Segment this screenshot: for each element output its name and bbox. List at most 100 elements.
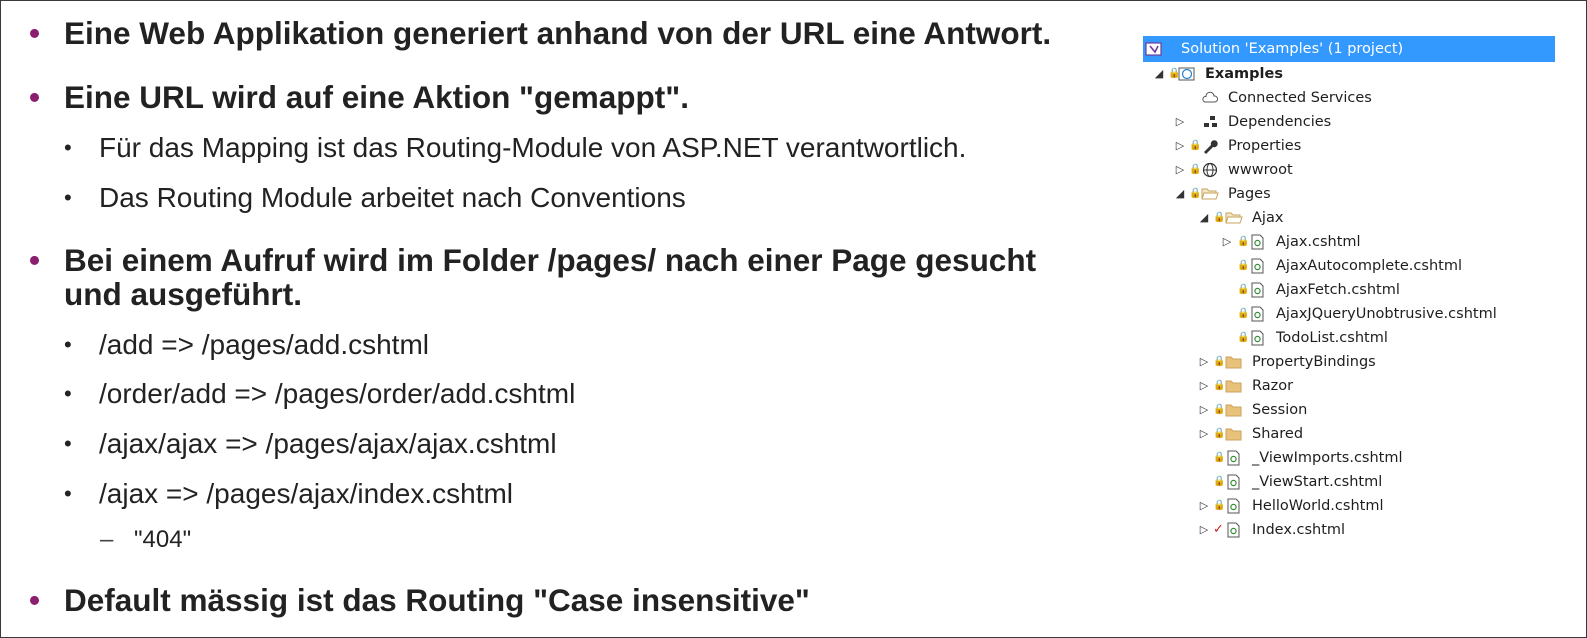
bullet-dot: • <box>29 242 41 278</box>
tree-item-label: Dependencies <box>1228 114 1332 130</box>
sub-bullet-dot: • <box>64 381 72 406</box>
tree-item-ajax-folder[interactable]: ◢ 🔒 Ajax <box>1143 206 1555 230</box>
sub-bullet-text: /order/add => /pages/order/add.cshtml <box>99 378 576 409</box>
solution-explorer: Solution 'Examples' (1 project) ◢ 🔒 Exam… <box>1143 36 1555 556</box>
expand-arrow-icon[interactable]: ▷ <box>1174 110 1186 134</box>
sub-bullet: • /order/add => /pages/order/add.cshtml <box>64 378 1099 410</box>
bullet-text: Default mässig ist das Routing "Case ins… <box>64 582 810 618</box>
lock-icon: 🔒 <box>1237 236 1250 247</box>
razor-file-icon <box>1227 474 1240 490</box>
sub-bullet-dot: • <box>64 332 72 357</box>
razor-file-icon <box>1251 330 1264 346</box>
tree-item-propertybindings[interactable]: ▷ 🔒 PropertyBindings <box>1143 350 1555 374</box>
sub-bullet: • /ajax/ajax => /pages/ajax/ajax.cshtml <box>64 428 1099 460</box>
tree-item-pages[interactable]: ◢ 🔒 Pages <box>1143 182 1555 206</box>
tree-item-label: Connected Services <box>1228 90 1372 106</box>
bullet-dot: • <box>29 582 41 618</box>
expand-arrow-icon[interactable]: ▷ <box>1198 398 1210 422</box>
cloud-icon <box>1202 91 1219 103</box>
sub-bullet-text: /ajax => /pages/ajax/index.cshtml <box>99 478 514 509</box>
tree-item-label: TodoList.cshtml <box>1276 330 1388 346</box>
lock-icon: 🔒 <box>1189 140 1202 151</box>
tree-item-shared[interactable]: ▷ 🔒 Shared <box>1143 422 1555 446</box>
sub-bullet-text: Für das Mapping ist das Routing-Module v… <box>99 132 967 163</box>
bullet-web-app: • Eine Web Applikation generiert anhand … <box>29 15 1124 51</box>
tree-item-viewimports[interactable]: 🔒 _ViewImports.cshtml <box>1143 446 1555 470</box>
tree-item-index[interactable]: ▷ ✓ Index.cshtml <box>1143 518 1555 542</box>
lock-icon: 🔒 <box>1189 188 1202 199</box>
sub-bullet-dot: • <box>64 481 72 506</box>
lock-icon: 🔒 <box>1213 500 1226 511</box>
folder-open-icon <box>1225 212 1243 224</box>
tree-item-ajaxautocomplete[interactable]: 🔒 AjaxAutocomplete.cshtml <box>1143 254 1555 278</box>
tree-item-label: Razor <box>1252 378 1294 394</box>
tree-item-wwwroot[interactable]: ▷ 🔒 wwwroot <box>1143 158 1555 182</box>
collapse-arrow-icon[interactable]: ◢ <box>1198 206 1210 230</box>
expand-arrow-icon[interactable]: ▷ <box>1198 422 1210 446</box>
razor-file-icon <box>1251 306 1264 322</box>
lock-icon: 🔒 <box>1213 356 1226 367</box>
razor-file-icon <box>1227 450 1240 466</box>
dependencies-icon <box>1204 116 1217 127</box>
lock-icon: 🔒 <box>1213 476 1226 487</box>
expand-arrow-icon[interactable]: ▷ <box>1198 350 1210 374</box>
tree-item-label: AjaxAutocomplete.cshtml <box>1276 258 1462 274</box>
tree-item-label: AjaxJQueryUnobtrusive.cshtml <box>1276 306 1497 322</box>
sub-bullet: • Das Routing Module arbeitet nach Conve… <box>64 182 1099 214</box>
tree-item-label: wwwroot <box>1228 162 1293 178</box>
bullet-text-line-2: und ausgeführt. <box>64 276 302 312</box>
folder-icon <box>1225 356 1242 369</box>
bullet-dot: • <box>29 15 41 51</box>
tree-item-dependencies[interactable]: ▷ Dependencies <box>1143 110 1555 134</box>
lock-icon: 🔒 <box>1189 164 1202 175</box>
sub-sub-bullet: – "404" <box>100 526 191 554</box>
sub-bullet-dot: • <box>64 185 72 210</box>
collapse-arrow-icon[interactable]: ◢ <box>1174 182 1186 206</box>
tree-item-properties[interactable]: ▷ 🔒 Properties <box>1143 134 1555 158</box>
tree-item-razor[interactable]: ▷ 🔒 Razor <box>1143 374 1555 398</box>
bullet-pages-folder: • Bei einem Aufruf wird im Folder /pages… <box>29 243 1124 277</box>
tree-item-connected-services[interactable]: Connected Services <box>1143 86 1555 110</box>
tree-item-viewstart[interactable]: 🔒 _ViewStart.cshtml <box>1143 470 1555 494</box>
tree-item-label: Properties <box>1228 138 1302 154</box>
bullet-url-mapping: • Eine URL wird auf eine Aktion "gemappt… <box>29 80 1124 114</box>
sub-bullet: • /add => /pages/add.cshtml <box>64 329 1099 361</box>
expand-arrow-icon[interactable]: ▷ <box>1174 134 1186 158</box>
expand-arrow-icon[interactable]: ▷ <box>1221 230 1233 254</box>
tree-item-label: _ViewStart.cshtml <box>1252 474 1383 490</box>
expand-arrow-icon[interactable]: ▷ <box>1198 374 1210 398</box>
tree-item-ajax-cshtml[interactable]: ▷ 🔒 Ajax.cshtml <box>1143 230 1555 254</box>
tree-item-examples[interactable]: ◢ 🔒 Examples <box>1143 62 1555 86</box>
tree-item-label: Index.cshtml <box>1252 522 1346 538</box>
expand-arrow-icon[interactable]: ▷ <box>1198 518 1210 542</box>
checkmark-icon: ✓ <box>1213 522 1224 537</box>
tree-item-label: AjaxFetch.cshtml <box>1276 282 1400 298</box>
expand-arrow-icon[interactable]: ▷ <box>1198 494 1210 518</box>
lock-icon: 🔒 <box>1168 68 1181 79</box>
tree-item-label: Examples <box>1205 66 1283 82</box>
sub-bullet-text: /add => /pages/add.cshtml <box>99 329 429 360</box>
bullet-text: Eine Web Applikation generiert anhand vo… <box>64 15 1052 51</box>
lock-icon: 🔒 <box>1237 332 1250 343</box>
tree-item-label: Pages <box>1228 186 1271 202</box>
razor-file-icon <box>1251 258 1264 274</box>
tree-item-ajaxfetch[interactable]: 🔒 AjaxFetch.cshtml <box>1143 278 1555 302</box>
expand-arrow-icon[interactable]: ▷ <box>1174 158 1186 182</box>
sub-bullet-text: /ajax/ajax => /pages/ajax/ajax.cshtml <box>99 428 557 459</box>
lock-icon: 🔒 <box>1213 404 1226 415</box>
razor-file-icon <box>1251 234 1264 250</box>
tree-item-session[interactable]: ▷ 🔒 Session <box>1143 398 1555 422</box>
razor-file-icon <box>1251 282 1264 298</box>
solution-label: Solution 'Examples' (1 project) <box>1181 41 1404 57</box>
collapse-arrow-icon[interactable]: ◢ <box>1153 62 1165 86</box>
tree-item-label: HelloWorld.cshtml <box>1252 498 1384 514</box>
tree-item-label: PropertyBindings <box>1252 354 1376 370</box>
razor-file-icon <box>1227 498 1240 514</box>
tree-item-ajaxjqueryunobtrusive[interactable]: 🔒 AjaxJQueryUnobtrusive.cshtml <box>1143 302 1555 326</box>
lock-icon: 🔒 <box>1213 452 1226 463</box>
tree-item-helloworld[interactable]: ▷ 🔒 HelloWorld.cshtml <box>1143 494 1555 518</box>
solution-icon <box>1145 42 1162 56</box>
solution-node[interactable]: Solution 'Examples' (1 project) <box>1143 36 1555 62</box>
lock-icon: 🔒 <box>1213 428 1226 439</box>
tree-item-todolist[interactable]: 🔒 TodoList.cshtml <box>1143 326 1555 350</box>
